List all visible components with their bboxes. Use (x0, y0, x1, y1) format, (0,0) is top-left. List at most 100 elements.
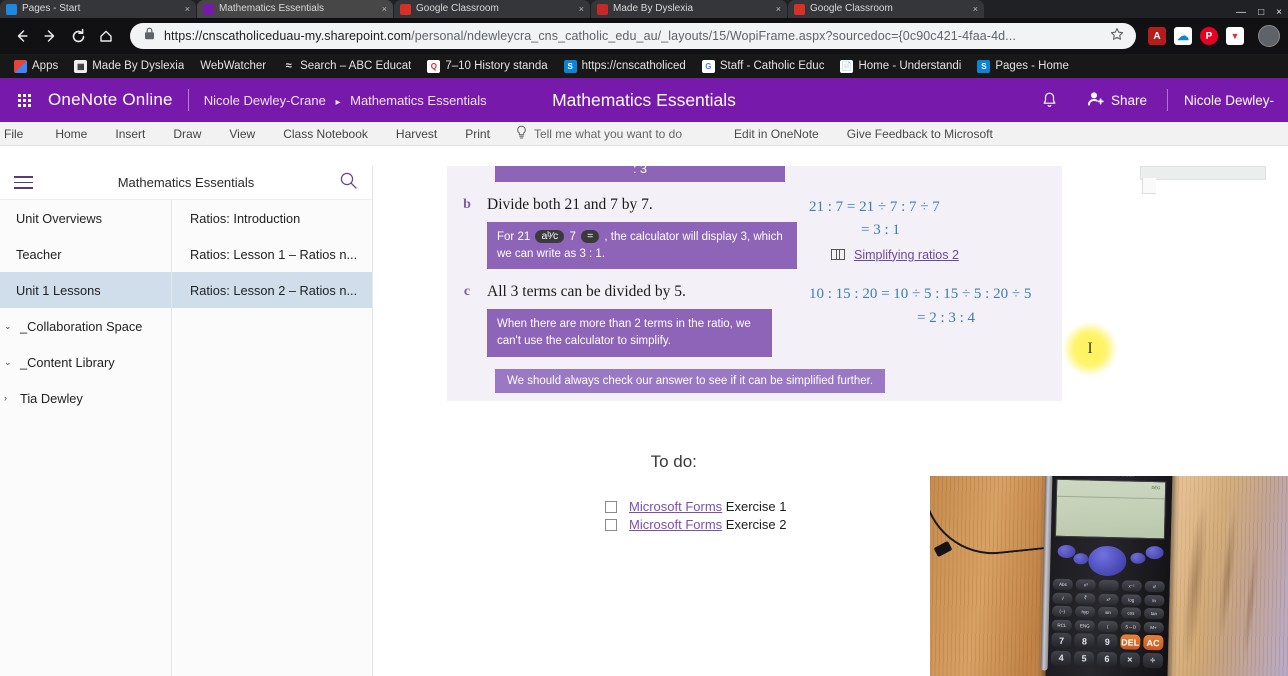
calculator-key: x³ (1075, 579, 1097, 591)
bookmark-search-abc-education[interactable]: ≈ Search – ABC Educat (274, 56, 419, 76)
calculator-key-7: 7 (1051, 632, 1072, 649)
todo-checkbox[interactable] (605, 501, 617, 513)
chevron-right-icon[interactable]: › (4, 393, 16, 403)
sidebar-section-unit-overviews[interactable]: Unit Overviews (0, 200, 171, 236)
browser-tab[interactable]: Made By Dyslexia × (591, 0, 787, 18)
calculator-key: cos (1120, 607, 1142, 619)
bookmark-staff-catholic-education[interactable]: G Staff - Catholic Educ (694, 56, 833, 76)
notification-bell-icon[interactable] (1025, 91, 1074, 110)
browser-tab[interactable]: Google Classroom × (394, 0, 590, 18)
tab-close-icon[interactable]: × (382, 4, 387, 14)
user-name[interactable]: Nicole Dewley- (1174, 93, 1274, 108)
search-icon[interactable] (339, 171, 358, 195)
calculator-key-equals: = (581, 230, 600, 244)
ribbon-tab-print[interactable]: Print (451, 122, 504, 146)
page-item-ratios-introduction[interactable]: Ratios: Introduction (172, 200, 372, 236)
sidebar-section-tia-dewley[interactable]: › Tia Dewley (0, 380, 171, 416)
ribbon-tab-class-notebook[interactable]: Class Notebook (269, 122, 382, 146)
calculator-top-keys (1048, 543, 1171, 582)
abc-icon: ≈ (285, 60, 292, 72)
browser-tab[interactable]: Pages - Start × (0, 0, 196, 18)
microsoft-forms-link[interactable]: Microsoft Forms (629, 499, 722, 514)
window-minimize-button[interactable]: — (1236, 7, 1246, 18)
browser-tab[interactable]: Google Classroom × (788, 0, 984, 18)
calculator-key-mode (1130, 552, 1146, 564)
bookmark-cnscatholiced[interactable]: S https://cnscatholiced (556, 56, 694, 76)
address-bar[interactable]: https://cnscatholiceduau-my.sharepoint.c… (130, 23, 1136, 49)
math-line: = 3 : 1 (861, 222, 900, 239)
ribbon-tab-draw[interactable]: Draw (159, 122, 215, 146)
give-feedback-button[interactable]: Give Feedback to Microsoft (833, 122, 1007, 146)
page-item-ratios-lesson-1[interactable]: Ratios: Lesson 1 – Ratios n... (172, 236, 372, 272)
hamburger-menu-icon[interactable] (14, 176, 33, 189)
bookmark-pages-home[interactable]: S Pages - Home (969, 56, 1077, 76)
star-icon[interactable] (1110, 27, 1124, 46)
qcaa-icon: Q (427, 59, 441, 73)
tab-title: Made By Dyslexia (613, 3, 694, 14)
chevron-down-icon[interactable]: ⌄ (4, 321, 16, 332)
bookmark-made-by-dyslexia[interactable]: ▦ Made By Dyslexia (66, 56, 192, 76)
calculator-key-8: 8 (1074, 633, 1095, 649)
page-item-ratios-lesson-2[interactable]: Ratios: Lesson 2 – Ratios n... (172, 272, 372, 308)
ribbon-tab-file[interactable]: File (0, 122, 41, 146)
tab-favicon (794, 3, 805, 15)
chevron-down-icon[interactable]: ⌄ (4, 357, 16, 368)
math-line: = 2 : 3 : 4 (917, 309, 976, 326)
calculator-video-overlay[interactable]: NATURAL-V.P.A.M. DEG Abs x³ x⁻¹ (930, 476, 1288, 676)
shopping-cart-icon[interactable]: ▼ (1226, 27, 1244, 45)
adobe-acrobat-icon[interactable]: A (1148, 27, 1166, 45)
calculator-key: tan (1143, 607, 1165, 620)
section-label: Unit 1 Lessons (16, 282, 101, 298)
breadcrumb-notebook[interactable]: Mathematics Essentials (350, 93, 487, 108)
back-icon[interactable] (8, 22, 36, 50)
video-link-simplifying-ratios-2[interactable]: Simplifying ratios 2 (809, 248, 1062, 262)
tab-favicon (6, 3, 17, 15)
bookmark-history-standards[interactable]: Q 7–10 History standa (419, 56, 555, 76)
home-icon[interactable] (92, 22, 120, 50)
tell-me-search[interactable]: Tell me what you want to do (504, 125, 696, 143)
share-button[interactable]: Share (1074, 91, 1161, 109)
page-list: Ratios: Introduction Ratios: Lesson 1 – … (172, 200, 372, 676)
sidebar-section-unit-1-lessons[interactable]: Unit 1 Lessons (0, 272, 171, 308)
dyslexia-icon: ▦ (74, 59, 88, 73)
sharepoint-icon: S (563, 59, 577, 73)
bookmark-label: Home - Understandi (858, 60, 962, 72)
onenote-brand[interactable]: OneNote Online (48, 90, 173, 110)
tab-close-icon[interactable]: × (185, 4, 190, 14)
calculator-key: ln (1143, 594, 1165, 606)
forward-icon[interactable] (36, 22, 64, 50)
reload-icon[interactable] (64, 22, 92, 50)
url-path: /personal/ndewleycra_cns_catholic_edu_au… (411, 29, 1016, 43)
onedrive-icon[interactable]: ☁ (1174, 27, 1192, 45)
bookmark-home-understanding[interactable]: 📄 Home - Understandi (832, 56, 969, 76)
bookmark-webwatcher[interactable]: WebWatcher (192, 56, 274, 76)
ribbon-tab-insert[interactable]: Insert (101, 122, 159, 146)
tab-close-icon[interactable]: × (973, 4, 978, 14)
browser-tab-active[interactable]: Mathematics Essentials × (197, 0, 393, 18)
todo-item[interactable]: Microsoft Forms Exercise 2 (605, 516, 787, 534)
window-close-button[interactable]: × (1276, 7, 1282, 18)
sidebar-section-content-library[interactable]: ⌄ _Content Library (0, 344, 171, 380)
edit-in-onenote-button[interactable]: Edit in OneNote (720, 122, 833, 146)
question-left-column: All 3 terms can be divided by 5. When th… (487, 283, 797, 357)
sidebar-section-collaboration-space[interactable]: ⌄ _Collaboration Space (0, 308, 171, 344)
page-icon: 📄 (840, 59, 854, 73)
sidebar-section-teacher[interactable]: Teacher (0, 236, 171, 272)
todo-checkbox[interactable] (605, 519, 617, 531)
tab-close-icon[interactable]: × (579, 4, 584, 14)
breadcrumb-owner[interactable]: Nicole Dewley-Crane (204, 93, 326, 108)
todo-item[interactable]: Microsoft Forms Exercise 1 (605, 498, 787, 516)
calculator-key: M+ (1143, 621, 1164, 633)
app-launcher-icon[interactable] (8, 93, 40, 107)
window-maximize-button[interactable]: □ (1258, 7, 1264, 18)
microsoft-forms-link[interactable]: Microsoft Forms (629, 517, 722, 532)
note-canvas[interactable]: : 3 b Divide both 21 and 7 by 7. For 21 … (373, 166, 1288, 676)
bookmark-apps[interactable]: Apps (6, 56, 66, 76)
ribbon-tab-view[interactable]: View (215, 122, 269, 146)
ribbon-tab-home[interactable]: Home (41, 122, 101, 146)
profile-avatar[interactable] (1258, 25, 1280, 47)
tab-close-icon[interactable]: × (776, 4, 781, 14)
google-icon: G (701, 59, 715, 73)
pinterest-icon[interactable]: P (1200, 27, 1218, 45)
ribbon-tab-harvest[interactable]: Harvest (382, 122, 451, 146)
